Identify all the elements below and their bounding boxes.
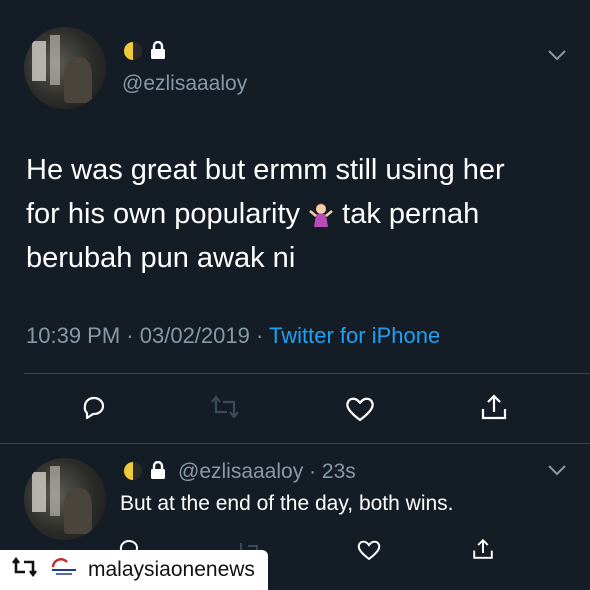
reply-handle-line: @ezlisaaaloy · 23s (178, 460, 356, 484)
reply-icon[interactable] (80, 393, 108, 421)
retweet-icon[interactable] (210, 394, 240, 420)
reply-share-icon[interactable] (471, 536, 495, 562)
like-icon[interactable] (344, 395, 376, 423)
share-icon[interactable] (479, 392, 509, 422)
reply-age: 23s (321, 460, 356, 483)
repost-badge[interactable]: malaysiaonenews (0, 550, 268, 590)
repost-account-name: malaysiaonenews (88, 558, 255, 581)
shrug-emoji-icon (308, 196, 334, 227)
reply-username-handle[interactable]: @ezlisaaaloy (178, 460, 303, 483)
reply-chevron-down-icon[interactable] (547, 464, 567, 476)
lock-icon (150, 41, 166, 60)
repost-icon (12, 556, 38, 584)
tweet-source-link[interactable]: Twitter for iPhone (269, 323, 440, 348)
chevron-down-icon[interactable] (547, 49, 567, 61)
moon-emoji-icon (124, 42, 142, 60)
divider (0, 443, 590, 444)
divider (24, 373, 590, 374)
source-logo-icon (50, 557, 78, 583)
tweet-text-line: for his own popularity tak pernah (26, 192, 556, 236)
moon-emoji-icon (124, 462, 142, 480)
meta-separator: · (126, 323, 134, 348)
tweet-text: He was great but ermm still using her fo… (26, 148, 556, 280)
reply-text: But at the end of the day, both wins. (120, 492, 454, 515)
tweet-text-segment: for his own popularity (26, 198, 301, 230)
reply-like-icon[interactable] (356, 538, 382, 562)
avatar[interactable] (24, 27, 106, 109)
tweet-text-line: berubah pun awak ni (26, 242, 296, 274)
username-handle[interactable]: @ezlisaaaloy (122, 72, 247, 96)
tweet-time: 10:39 PM (26, 323, 121, 348)
reply-avatar[interactable] (24, 458, 106, 540)
tweet-text-line: He was great but ermm still using her (26, 154, 505, 186)
tweet-text-segment: tak pernah (342, 198, 480, 230)
lock-icon (150, 461, 166, 480)
meta-separator: · (255, 323, 264, 348)
tweet-date: 03/02/2019 (139, 323, 250, 348)
meta-separator: · (309, 460, 317, 483)
tweet-meta: 10:39 PM · 03/02/2019 · Twitter for iPho… (26, 323, 440, 349)
